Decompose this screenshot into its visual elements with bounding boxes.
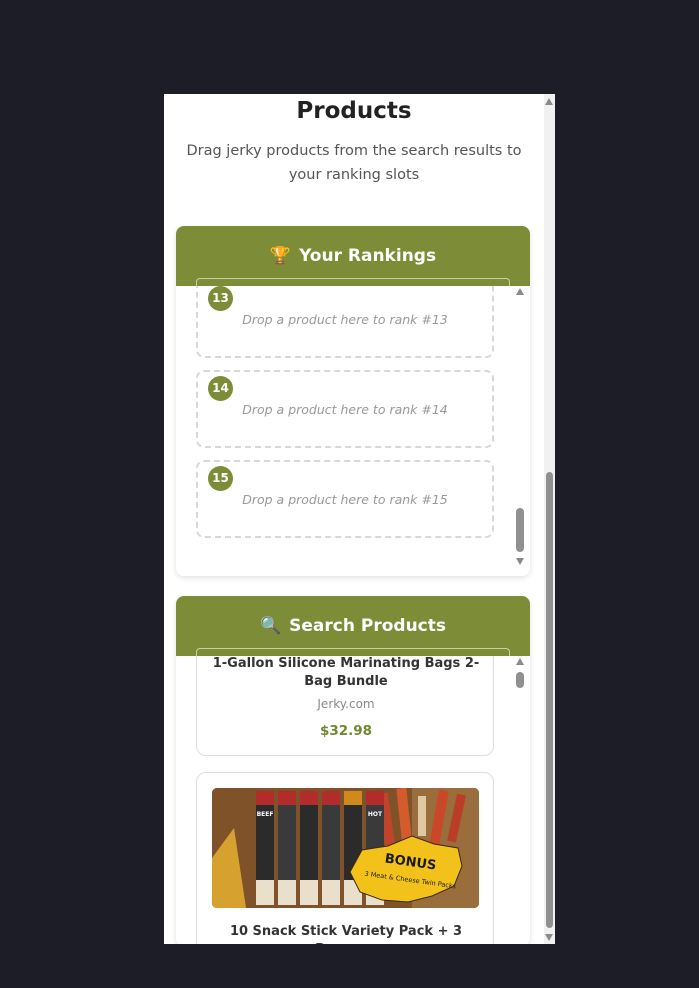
rankings-section: 🏆 Your Rankings 13 Drop a product here to… bbox=[176, 226, 530, 576]
page-scrollbar[interactable] bbox=[544, 94, 555, 944]
page-subtitle: Drag jerky products from the search resu… bbox=[186, 143, 522, 183]
rankings-header: 🏆 Your Rankings bbox=[176, 226, 530, 286]
label-hot: HOT bbox=[368, 811, 383, 818]
rank-slot-15[interactable]: 15 Drop a product here to rank #15 bbox=[196, 460, 494, 538]
snack-stick-pack-illustration: BEEF HOT BONUS 3 Meat & Cheese Twin Pack… bbox=[212, 788, 479, 908]
products-panel: Products Drag jerky products from the se… bbox=[164, 94, 555, 944]
rank-badge: 13 bbox=[208, 286, 233, 311]
rankings-scrollbar[interactable] bbox=[514, 286, 526, 576]
rank-badge: 15 bbox=[208, 466, 233, 491]
panel-content: Products Drag jerky products from the se… bbox=[164, 94, 544, 944]
scroll-up-icon[interactable] bbox=[545, 98, 553, 105]
product-name: 1-Gallon Silicone Marinating Bags 2-Bag … bbox=[212, 656, 480, 689]
search-scrollbar[interactable] bbox=[514, 656, 526, 944]
product-name: 10 Snack Stick Variety Pack + 3 Bonuses bbox=[229, 924, 463, 944]
search-results-list[interactable]: 1-Gallon Silicone Marinating Bags 2-Bag … bbox=[176, 656, 530, 944]
slot-hint: Drop a product here to rank #14 bbox=[242, 402, 448, 417]
scroll-down-icon[interactable] bbox=[545, 934, 553, 941]
page-title: Products bbox=[296, 98, 412, 124]
scroll-down-icon[interactable] bbox=[516, 558, 524, 565]
search-header: 🔍 Search Products bbox=[176, 596, 530, 656]
scroll-up-icon[interactable] bbox=[516, 658, 524, 665]
search-title: Search Products bbox=[289, 616, 446, 636]
magnifier-icon: 🔍 bbox=[259, 616, 282, 636]
rankings-list[interactable]: 13 Drop a product here to rank #13 14 Dr… bbox=[176, 286, 530, 576]
scroll-up-icon[interactable] bbox=[516, 288, 524, 295]
product-card[interactable]: BEEF HOT BONUS 3 Meat & Cheese Twin Pack… bbox=[196, 772, 494, 944]
slot-hint: Drop a product here to rank #13 bbox=[242, 312, 448, 327]
rankings-scroll-thumb[interactable] bbox=[516, 508, 524, 552]
page-scroll-thumb[interactable] bbox=[546, 472, 553, 928]
product-image: BEEF HOT BONUS 3 Meat & Cheese Twin Pack… bbox=[212, 788, 479, 908]
product-price: $32.98 bbox=[319, 723, 373, 739]
product-card[interactable]: 1-Gallon Silicone Marinating Bags 2-Bag … bbox=[196, 656, 494, 756]
rank-slot-14[interactable]: 14 Drop a product here to rank #14 bbox=[196, 370, 494, 448]
rank-slot-13[interactable]: 13 Drop a product here to rank #13 bbox=[196, 286, 494, 358]
product-vendor: Jerky.com bbox=[317, 697, 375, 711]
search-section: 🔍 Search Products 1-Gallon Silicone Marin… bbox=[176, 596, 530, 944]
label-beef: BEEF bbox=[257, 811, 274, 818]
rankings-title: Your Rankings bbox=[299, 246, 437, 266]
slot-hint: Drop a product here to rank #15 bbox=[242, 492, 448, 507]
trophy-icon: 🏆 bbox=[269, 246, 292, 266]
rank-badge: 14 bbox=[208, 376, 233, 401]
search-scroll-thumb[interactable] bbox=[516, 672, 524, 688]
